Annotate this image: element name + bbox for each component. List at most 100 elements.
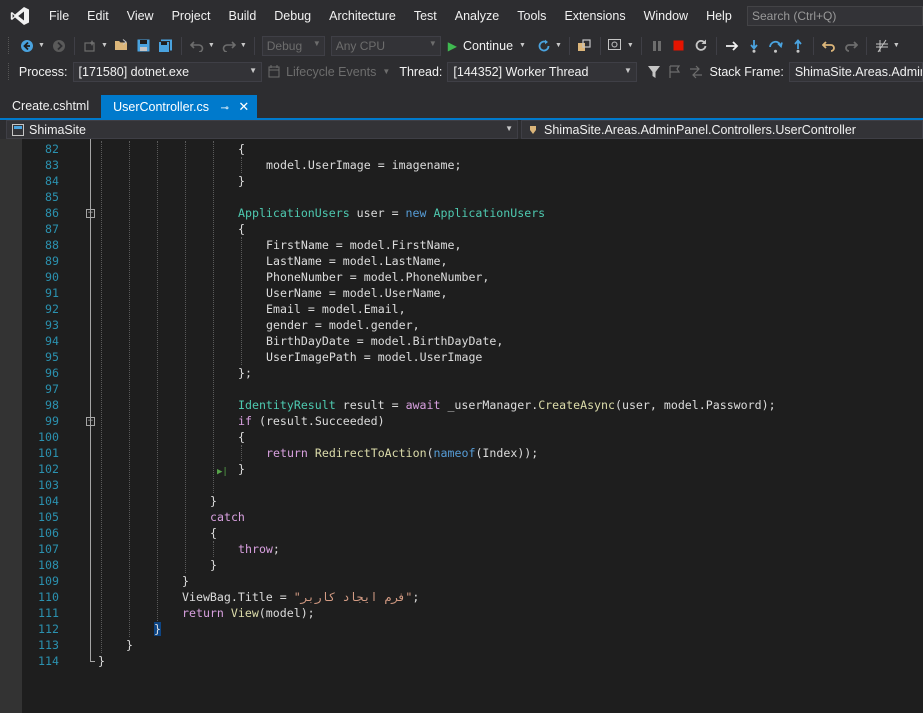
redo-change-icon[interactable]	[842, 37, 860, 55]
code-line[interactable]: 87 {	[0, 221, 923, 237]
chevron-down-icon[interactable]: ▼	[240, 42, 247, 49]
code-line[interactable]: 93 gender = model.gender,	[0, 317, 923, 333]
browser-link-icon[interactable]	[607, 37, 625, 55]
stop-debugging-icon[interactable]	[670, 37, 688, 55]
pin-icon[interactable]: ⊸	[220, 103, 228, 114]
menu-help[interactable]: Help	[697, 0, 741, 32]
code-line[interactable]: 89 LastName = model.LastName,	[0, 253, 923, 269]
open-folder-icon[interactable]	[113, 37, 131, 55]
menu-debug[interactable]: Debug	[265, 0, 320, 32]
code-line[interactable]: 109}	[0, 573, 923, 589]
step-out-icon[interactable]	[789, 37, 807, 55]
menu-analyze[interactable]: Analyze	[446, 0, 508, 32]
code-line[interactable]: 114}	[0, 653, 923, 669]
code-line[interactable]: 99 − if (result.Succeeded)	[0, 413, 923, 429]
chevron-down-icon[interactable]: ▼	[555, 42, 562, 49]
code-line[interactable]: 85	[0, 189, 923, 205]
navigate-back-icon[interactable]	[18, 37, 36, 55]
code-line[interactable]: 92 Email = model.Email,	[0, 301, 923, 317]
menu-edit[interactable]: Edit	[78, 0, 118, 32]
chevron-down-icon[interactable]: ▼	[893, 42, 900, 49]
platform-select[interactable]: Any CPU ▼	[330, 35, 441, 56]
menu-project[interactable]: Project	[163, 0, 220, 32]
process-select[interactable]: [171580] dotnet.exe ▼	[72, 61, 263, 82]
code-line[interactable]: 83 model.UserImage = imagename;	[0, 157, 923, 173]
code-line[interactable]: 103	[0, 477, 923, 493]
search-input[interactable]: Search (Ctrl+Q)	[747, 6, 923, 26]
menu-tools[interactable]: Tools	[508, 0, 555, 32]
stack-frame-select[interactable]: ShimaSite.Areas.AdminPanel.Controllers.U…	[788, 61, 923, 82]
line-number: 100	[38, 430, 59, 444]
code-line[interactable]: 90 PhoneNumber = model.PhoneNumber,	[0, 269, 923, 285]
code-line[interactable]: 102 ▶|}	[0, 461, 923, 477]
undo-icon[interactable]	[188, 37, 206, 55]
menu-window[interactable]: Window	[635, 0, 697, 32]
code-line[interactable]: 110 ViewBag.Title = "فرم ایجاد کاربر";	[0, 589, 923, 605]
flag-threads-icon[interactable]	[666, 63, 683, 81]
break-all-icon[interactable]	[648, 37, 666, 55]
code-line[interactable]: 113}	[0, 637, 923, 653]
toolbar-grip[interactable]	[8, 63, 11, 80]
code-text: }	[154, 622, 161, 636]
thread-switch-icon[interactable]	[687, 63, 704, 81]
code-line[interactable]: 84}	[0, 173, 923, 189]
menu-file[interactable]: File	[40, 0, 78, 32]
toolbar-grip[interactable]	[8, 37, 11, 54]
code-line[interactable]: 88 FirstName = model.FirstName,	[0, 237, 923, 253]
code-line[interactable]: 111 return View(model);	[0, 605, 923, 621]
code-line[interactable]: 98 IdentityResult result = await _userMan…	[0, 397, 923, 413]
navigate-forward-icon[interactable]	[50, 37, 68, 55]
configuration-select[interactable]: Debug ▼	[261, 35, 325, 56]
filter-icon[interactable]	[645, 63, 662, 81]
menu-test[interactable]: Test	[405, 0, 446, 32]
menu-architecture[interactable]: Architecture	[320, 0, 405, 32]
save-icon[interactable]	[135, 37, 153, 55]
code-line[interactable]: 104}	[0, 493, 923, 509]
lifecycle-events-button[interactable]: Lifecycle Events ▼	[268, 65, 390, 79]
menu-build[interactable]: Build	[219, 0, 265, 32]
code-line[interactable]: 82 {	[0, 141, 923, 157]
code-line[interactable]: 101 return RedirectToAction(nameof(Index)…	[0, 445, 923, 461]
code-line[interactable]: 94 BirthDayDate = model.BirthDayDate,	[0, 333, 923, 349]
code-editor[interactable]: 82{83 model.UserImage = imagename; 84} 85 86…	[0, 139, 923, 713]
project-select[interactable]: ShimaSite ▼	[6, 120, 518, 139]
chevron-down-icon[interactable]: ▼	[38, 42, 45, 49]
thread-value: [144352] Worker Thread	[453, 64, 589, 79]
code-line[interactable]: 91 UserName = model.UserName,	[0, 285, 923, 301]
code-line[interactable]: 86 − ApplicationUsers user = new Applicati…	[0, 205, 923, 221]
step-into-icon[interactable]	[745, 37, 763, 55]
chevron-down-icon[interactable]: ▼	[208, 42, 215, 49]
redo-icon[interactable]	[220, 37, 238, 55]
show-next-statement-icon[interactable]	[723, 37, 741, 55]
code-line[interactable]: 95 UserImagePath = model.UserImage	[0, 349, 923, 365]
tab-usercontroller-cs[interactable]: UserController.cs ⊸ ✕	[101, 95, 258, 118]
visual-studio-logo-icon[interactable]	[0, 0, 40, 32]
code-line[interactable]: 108}	[0, 557, 923, 573]
new-project-icon[interactable]	[81, 37, 99, 55]
save-all-icon[interactable]	[157, 37, 175, 55]
type-select[interactable]: ShimaSite.Areas.AdminPanel.Controllers.U…	[521, 120, 923, 139]
chevron-down-icon[interactable]: ▼	[627, 42, 634, 49]
code-line[interactable]: 96};	[0, 365, 923, 381]
thread-select[interactable]: [144352] Worker Thread ▼	[447, 61, 637, 82]
hot-reload-icon[interactable]	[576, 37, 594, 55]
code-line[interactable]: 100 {	[0, 429, 923, 445]
collapse-region-icon[interactable]: −	[86, 209, 95, 218]
code-line[interactable]: 97	[0, 381, 923, 397]
menu-extensions[interactable]: Extensions	[555, 0, 634, 32]
code-line[interactable]: 112}	[0, 621, 923, 637]
chevron-down-icon[interactable]: ▼	[101, 42, 108, 49]
undo-change-icon[interactable]	[820, 37, 838, 55]
code-line[interactable]: 105 catch	[0, 509, 923, 525]
code-line[interactable]: 107 throw;	[0, 541, 923, 557]
code-line[interactable]: 106 {	[0, 525, 923, 541]
collapse-region-icon[interactable]: −	[86, 417, 95, 426]
step-over-icon[interactable]	[767, 37, 785, 55]
continue-button[interactable]: ▶ Continue ▼	[448, 39, 529, 53]
close-icon[interactable]: ✕	[238, 99, 249, 114]
restart-icon[interactable]	[692, 37, 710, 55]
code-map-icon[interactable]	[873, 37, 891, 55]
refresh-icon[interactable]	[535, 37, 553, 55]
menu-view[interactable]: View	[118, 0, 163, 32]
tab-create-cshtml[interactable]: Create.cshtml	[0, 95, 101, 118]
